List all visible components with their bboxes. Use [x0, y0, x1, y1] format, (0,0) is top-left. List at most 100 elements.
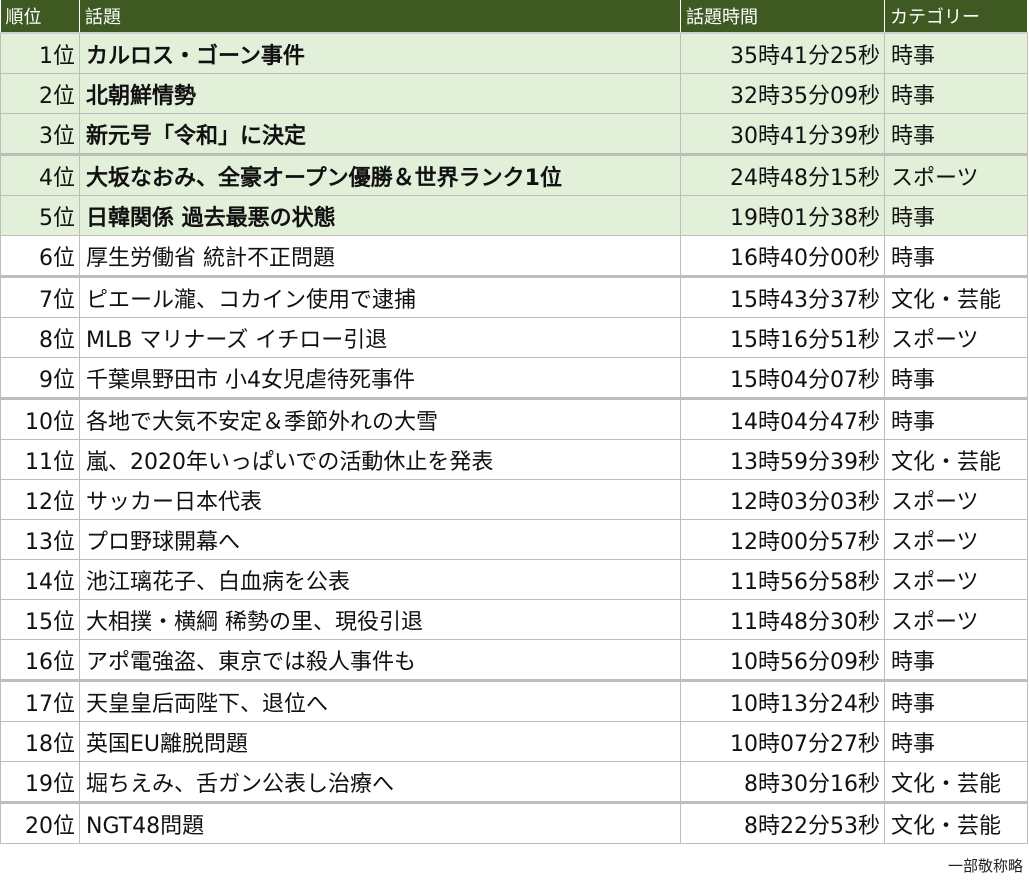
category-cell: 時事 [884, 195, 1028, 236]
table-row: 5位 日韓関係 過去最悪の状態 19時01分38秒 時事 [0, 195, 1028, 236]
time-cell: 12時00分57秒 [680, 519, 885, 560]
rank-cell: 13位 [0, 519, 80, 560]
topic-cell: 嵐、2020年いっぱいでの活動休止を発表 [79, 439, 681, 480]
rank-cell: 4位 [0, 154, 80, 196]
time-cell: 35時41分25秒 [680, 33, 885, 74]
topic-cell: 天皇皇后両陛下、退位へ [79, 680, 681, 722]
table-header-row: 順位 話題 話題時間 カテゴリー [0, 0, 1028, 34]
category-cell: スポーツ [884, 599, 1028, 640]
category-cell: 時事 [884, 73, 1028, 114]
table-row: 14位 池江璃花子、白血病を公表 11時56分58秒 スポーツ [0, 559, 1028, 600]
rank-cell: 6位 [0, 235, 80, 278]
rank-cell: 2位 [0, 73, 80, 114]
category-cell: 時事 [884, 357, 1028, 400]
rank-cell: 7位 [0, 276, 80, 318]
ranking-document: 順位 話題 話題時間 カテゴリー 1位 カルロス・ゴーン事件 35時41分25秒 時事… [0, 0, 1029, 892]
category-cell: 時事 [884, 235, 1028, 278]
rank-cell: 18位 [0, 721, 80, 762]
time-cell: 16時40分00秒 [680, 235, 885, 278]
topic-cell: 英国EU離脱問題 [79, 721, 681, 762]
footnote: 一部敬称略 [947, 857, 1023, 875]
table-body: 1位 カルロス・ゴーン事件 35時41分25秒 時事 2位 北朝鮮情勢 32時35分09秒時… [0, 33, 1028, 844]
table-row: 6位 厚生労働省 統計不正問題 16時40分00秒 時事 [0, 235, 1028, 278]
table-row: 2位 北朝鮮情勢 32時35分09秒 時事 [0, 73, 1028, 114]
rank-cell: 11位 [0, 439, 80, 480]
topic-cell: NGT48問題 [79, 802, 681, 844]
rank-cell: 3位 [0, 113, 80, 156]
topic-cell: 日韓関係 過去最悪の状態 [79, 195, 681, 236]
table-row: 10位 各地で大気不安定＆季節外れの大雪 14時04分47秒 時事 [0, 398, 1028, 440]
time-cell: 30時41分39秒 [680, 113, 885, 156]
rank-cell: 5位 [0, 195, 80, 236]
table-row: 17位 天皇皇后両陛下、退位へ 10時13分24秒 時事 [0, 680, 1028, 722]
topic-cell: 大相撲・横綱 稀勢の里、現役引退 [79, 599, 681, 640]
time-cell: 11時56分58秒 [680, 559, 885, 600]
table-row: 3位 新元号「令和」に決定 30時41分39秒 時事 [0, 113, 1028, 156]
topic-cell: カルロス・ゴーン事件 [79, 33, 681, 74]
time-cell: 12時03分03秒 [680, 479, 885, 520]
header-topic: 話題 [79, 0, 681, 34]
rank-cell: 10位 [0, 398, 80, 440]
header-time: 話題時間 [680, 0, 885, 34]
topic-cell: 大坂なおみ、全豪オープン優勝＆世界ランク1位 [79, 154, 681, 196]
category-cell: 文化・芸能 [884, 439, 1028, 480]
category-cell: 文化・芸能 [884, 802, 1028, 844]
ranking-table: 順位 話題 話題時間 カテゴリー 1位 カルロス・ゴーン事件 35時41分25秒 時事… [0, 0, 1028, 844]
table-row: 15位 大相撲・横綱 稀勢の里、現役引退 11時48分30秒 スポーツ [0, 599, 1028, 640]
topic-cell: 池江璃花子、白血病を公表 [79, 559, 681, 600]
table-row: 12位 サッカー日本代表 12時03分03秒 スポーツ [0, 479, 1028, 520]
topic-cell: アポ電強盗、東京では殺人事件も [79, 639, 681, 682]
rank-cell: 15位 [0, 599, 80, 640]
time-cell: 15時43分37秒 [680, 276, 885, 318]
time-cell: 24時48分15秒 [680, 154, 885, 196]
category-cell: 文化・芸能 [884, 276, 1028, 318]
topic-cell: 新元号「令和」に決定 [79, 113, 681, 156]
category-cell: スポーツ [884, 559, 1028, 600]
time-cell: 8時30分16秒 [680, 761, 885, 804]
table-row: 7位 ピエール瀧、コカイン使用で逮捕 15時43分37秒 文化・芸能 [0, 276, 1028, 318]
topic-cell: 北朝鮮情勢 [79, 73, 681, 114]
time-cell: 10時56分09秒 [680, 639, 885, 682]
time-cell: 32時35分09秒 [680, 73, 885, 114]
table-row: 19位 堀ちえみ、舌ガン公表し治療へ 8時30分16秒 文化・芸能 [0, 761, 1028, 804]
rank-cell: 8位 [0, 317, 80, 358]
rank-cell: 16位 [0, 639, 80, 682]
topic-cell: 各地で大気不安定＆季節外れの大雪 [79, 398, 681, 440]
table-row: 13位 プロ野球開幕へ 12時00分57秒 スポーツ [0, 519, 1028, 560]
category-cell: 文化・芸能 [884, 761, 1028, 804]
time-cell: 10時07分27秒 [680, 721, 885, 762]
time-cell: 15時16分51秒 [680, 317, 885, 358]
topic-cell: 千葉県野田市 小4女児虐待死事件 [79, 357, 681, 400]
rank-cell: 14位 [0, 559, 80, 600]
topic-cell: MLB マリナーズ イチロー引退 [79, 317, 681, 358]
table-row: 8位 MLB マリナーズ イチロー引退 15時16分51秒 スポーツ [0, 317, 1028, 358]
time-cell: 8時22分53秒 [680, 802, 885, 844]
category-cell: 時事 [884, 721, 1028, 762]
table-row: 20位 NGT48問題 8時22分53秒 文化・芸能 [0, 802, 1028, 844]
header-rank: 順位 [0, 0, 80, 34]
category-cell: スポーツ [884, 519, 1028, 560]
time-cell: 10時13分24秒 [680, 680, 885, 722]
rank-cell: 9位 [0, 357, 80, 400]
time-cell: 14時04分47秒 [680, 398, 885, 440]
rank-cell: 17位 [0, 680, 80, 722]
category-cell: スポーツ [884, 154, 1028, 196]
category-cell: 時事 [884, 113, 1028, 156]
topic-cell: プロ野球開幕へ [79, 519, 681, 560]
time-cell: 15時04分07秒 [680, 357, 885, 400]
category-cell: スポーツ [884, 479, 1028, 520]
table-row: 1位 カルロス・ゴーン事件 35時41分25秒 時事 [0, 33, 1028, 74]
rank-cell: 12位 [0, 479, 80, 520]
table-row: 4位 大坂なおみ、全豪オープン優勝＆世界ランク1位 24時48分15秒 スポーツ [0, 154, 1028, 196]
category-cell: 時事 [884, 639, 1028, 682]
category-cell: 時事 [884, 398, 1028, 440]
time-cell: 11時48分30秒 [680, 599, 885, 640]
topic-cell: サッカー日本代表 [79, 479, 681, 520]
topic-cell: ピエール瀧、コカイン使用で逮捕 [79, 276, 681, 318]
table-row: 16位 アポ電強盗、東京では殺人事件も 10時56分09秒 時事 [0, 639, 1028, 682]
table-row: 9位 千葉県野田市 小4女児虐待死事件 15時04分07秒 時事 [0, 357, 1028, 400]
table-row: 11位 嵐、2020年いっぱいでの活動休止を発表 13時59分39秒 文化・芸能 [0, 439, 1028, 480]
topic-cell: 厚生労働省 統計不正問題 [79, 235, 681, 278]
rank-cell: 1位 [0, 33, 80, 74]
category-cell: スポーツ [884, 317, 1028, 358]
